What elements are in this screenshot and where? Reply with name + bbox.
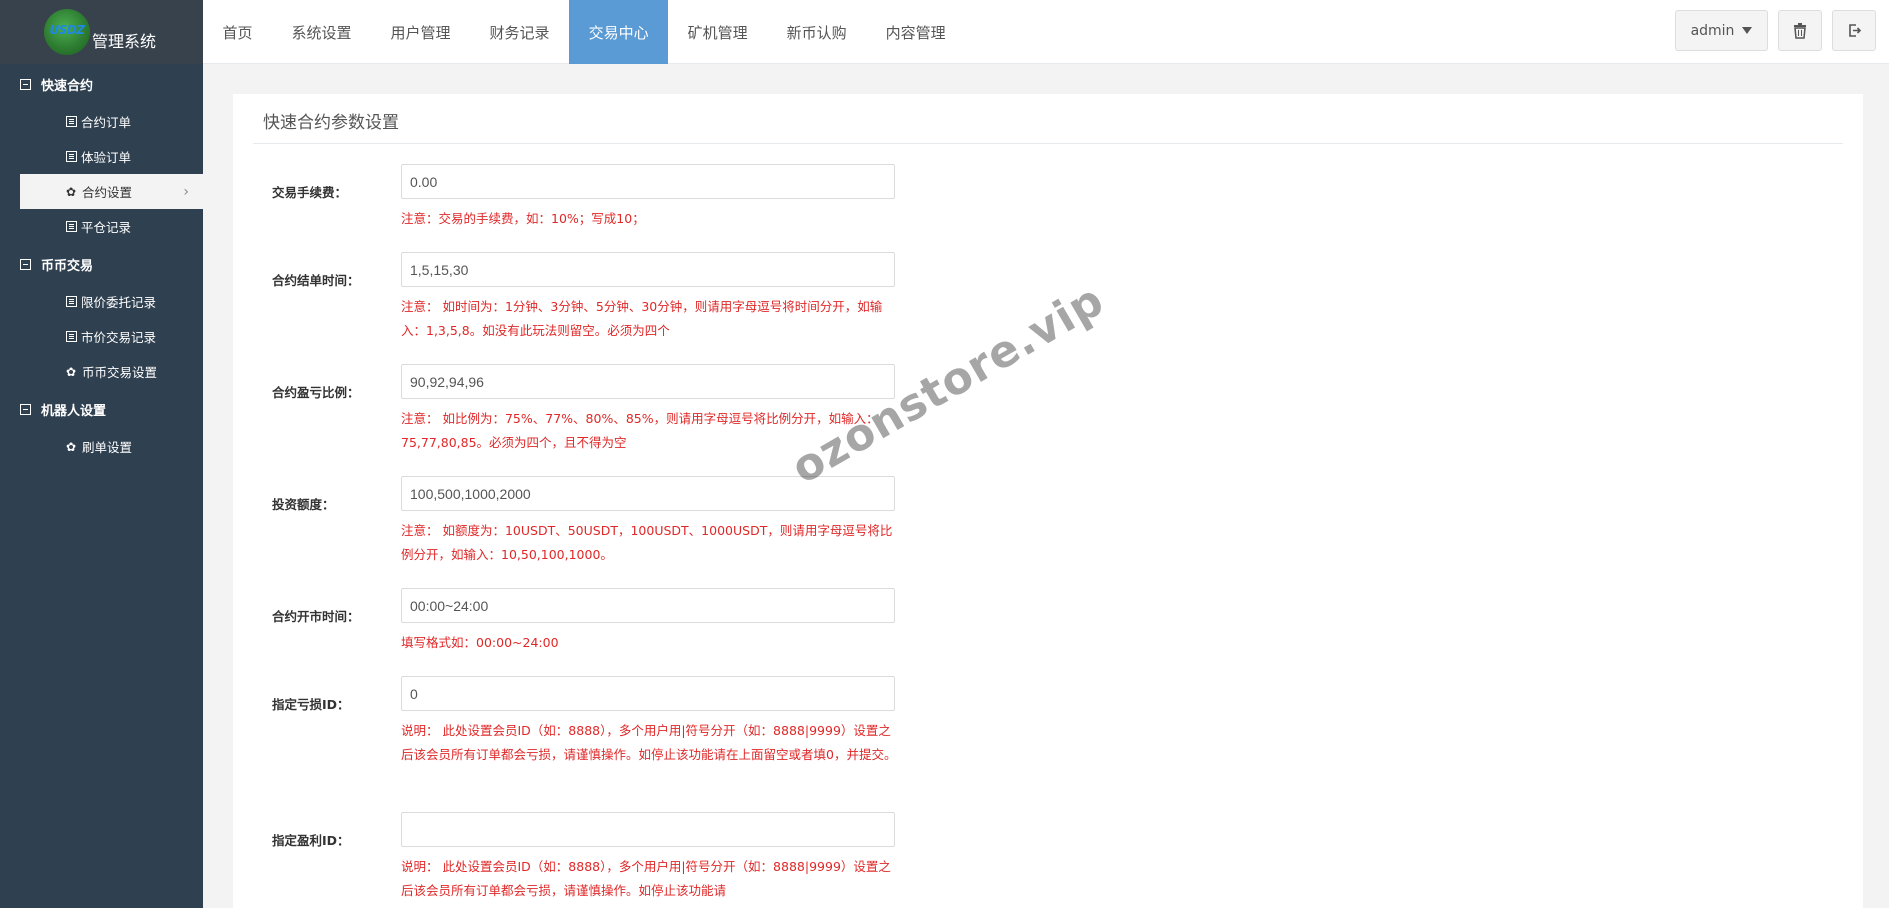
sidebar-item-coin-settings[interactable]: ✿ 币币交易设置 [20, 354, 203, 389]
top-right-controls: admin [1675, 10, 1876, 51]
field-note: 注意： 如时间为：1分钟、3分钟、5分钟、30分钟，则请用字母逗号将时间分开，如… [401, 299, 883, 338]
tab-content-management[interactable]: 内容管理 [866, 0, 965, 64]
gear-icon: ✿ [66, 184, 77, 199]
field-label: 指定盈利ID： [272, 833, 350, 848]
field-note: 注意：交易的手续费，如：10%；写成10； [401, 211, 645, 226]
sidebar-item-label: 合约设置 [82, 185, 133, 200]
field-note: 说明： 此处设置会员ID（如：8888），多个用户用|符号分开（如：8888|9… [401, 859, 891, 898]
sidebar-item-label: 市价交易记录 [81, 330, 157, 345]
settle-time-input[interactable] [401, 252, 895, 287]
sidebar-item-market-records[interactable]: 市价交易记录 [20, 319, 203, 354]
list-icon [66, 221, 77, 232]
nav-group-label: 机器人设置 [41, 403, 107, 419]
sidebar-item-contract-settings[interactable]: ✿ 合约设置 › [20, 174, 203, 209]
sidebar-item-label: 刷单设置 [82, 440, 133, 455]
sidebar-item-label: 限价委托记录 [81, 295, 157, 310]
list-icon [66, 331, 77, 342]
field-label: 投资额度： [272, 497, 335, 512]
globe-logo-icon: USDZ [44, 9, 90, 55]
user-dropdown[interactable]: admin [1675, 10, 1768, 51]
field-label: 合约盈亏比例： [272, 385, 360, 400]
sidebar-item-label: 币币交易设置 [82, 365, 158, 380]
loss-id-input[interactable] [401, 676, 895, 711]
collapse-square-icon [20, 78, 31, 90]
sidebar: USDZ 管理系统 快速合约 合约订单 体验订单 ✿ 合约设置 › 平仓记录 币… [0, 0, 203, 908]
tab-home[interactable]: 首页 [203, 0, 272, 64]
sidebar-item-brush-settings[interactable]: ✿ 刷单设置 [20, 429, 203, 464]
chevron-right-icon: › [183, 183, 189, 200]
tab-user-management[interactable]: 用户管理 [371, 0, 470, 64]
tab-trading-center[interactable]: 交易中心 [569, 0, 669, 64]
sidebar-item-label: 体验订单 [81, 150, 132, 165]
list-icon [66, 296, 77, 307]
nav-group-label: 币币交易 [41, 258, 94, 274]
field-label: 合约开市时间： [272, 609, 360, 624]
field-note: 注意： 如额度为：10USDT、50USDT，100USDT、1000USDT，… [401, 523, 893, 562]
tab-finance-records[interactable]: 财务记录 [470, 0, 569, 64]
fee-input[interactable] [401, 164, 895, 199]
list-icon [66, 116, 77, 127]
list-icon [66, 151, 77, 162]
nav-group-quick-contract: 快速合约 合约订单 体验订单 ✿ 合约设置 › 平仓记录 [0, 64, 203, 244]
nav-group-coin-trade: 币币交易 限价委托记录 市价交易记录 ✿ 币币交易设置 [0, 244, 203, 389]
sidebar-item-close-records[interactable]: 平仓记录 [20, 209, 203, 244]
field-label: 交易手续费： [272, 185, 348, 200]
app-title: 管理系统 [92, 32, 157, 51]
nav-group-label: 快速合约 [41, 78, 94, 94]
field-note: 说明： 此处设置会员ID（如：8888），多个用户用|符号分开（如：8888|9… [401, 723, 897, 762]
collapse-square-icon [20, 258, 31, 270]
sidebar-item-trial-orders[interactable]: 体验订单 [20, 139, 203, 174]
nav-group-header-robot[interactable]: 机器人设置 [0, 389, 203, 429]
logo[interactable]: USDZ 管理系统 [0, 0, 203, 64]
sidebar-item-label: 合约订单 [81, 115, 132, 130]
gear-icon: ✿ [66, 439, 77, 454]
settings-panel: 快速合约参数设置 交易手续费： 注意：交易的手续费，如：10%；写成10； 合约… [233, 94, 1863, 908]
top-navbar: 首页 系统设置 用户管理 财务记录 交易中心 矿机管理 新币认购 内容管理 ad… [203, 0, 1889, 64]
sidebar-item-limit-orders[interactable]: 限价委托记录 [20, 284, 203, 319]
clear-cache-button[interactable] [1778, 10, 1822, 51]
sidebar-item-contract-orders[interactable]: 合约订单 [20, 104, 203, 139]
field-label: 指定亏损ID： [272, 697, 350, 712]
field-note: 填写格式如：00:00~24:00 [401, 635, 559, 650]
logo-text: USDZ [49, 23, 85, 37]
logout-icon [1848, 24, 1861, 37]
profit-ratio-input[interactable] [401, 364, 895, 399]
tab-miner-management[interactable]: 矿机管理 [668, 0, 767, 64]
field-label: 合约结单时间： [272, 273, 360, 288]
tab-system-settings[interactable]: 系统设置 [272, 0, 371, 64]
tab-new-coin-subscribe[interactable]: 新币认购 [767, 0, 866, 64]
profit-id-input[interactable] [401, 812, 895, 847]
nav-group-robot: 机器人设置 ✿ 刷单设置 [0, 389, 203, 464]
market-hours-input[interactable] [401, 588, 895, 623]
nav-group-header-coin-trade[interactable]: 币币交易 [0, 244, 203, 284]
panel-title: 快速合约参数设置 [253, 94, 1843, 144]
top-tabs: 首页 系统设置 用户管理 财务记录 交易中心 矿机管理 新币认购 内容管理 [203, 0, 1889, 64]
logout-button[interactable] [1832, 10, 1876, 51]
gear-icon: ✿ [66, 364, 77, 379]
user-name: admin [1690, 22, 1735, 39]
nav-group-header-quick-contract[interactable]: 快速合约 [0, 64, 203, 104]
caret-down-icon [1742, 27, 1753, 34]
trash-icon [1794, 22, 1806, 39]
collapse-square-icon [20, 403, 31, 415]
sidebar-item-label: 平仓记录 [81, 220, 132, 235]
